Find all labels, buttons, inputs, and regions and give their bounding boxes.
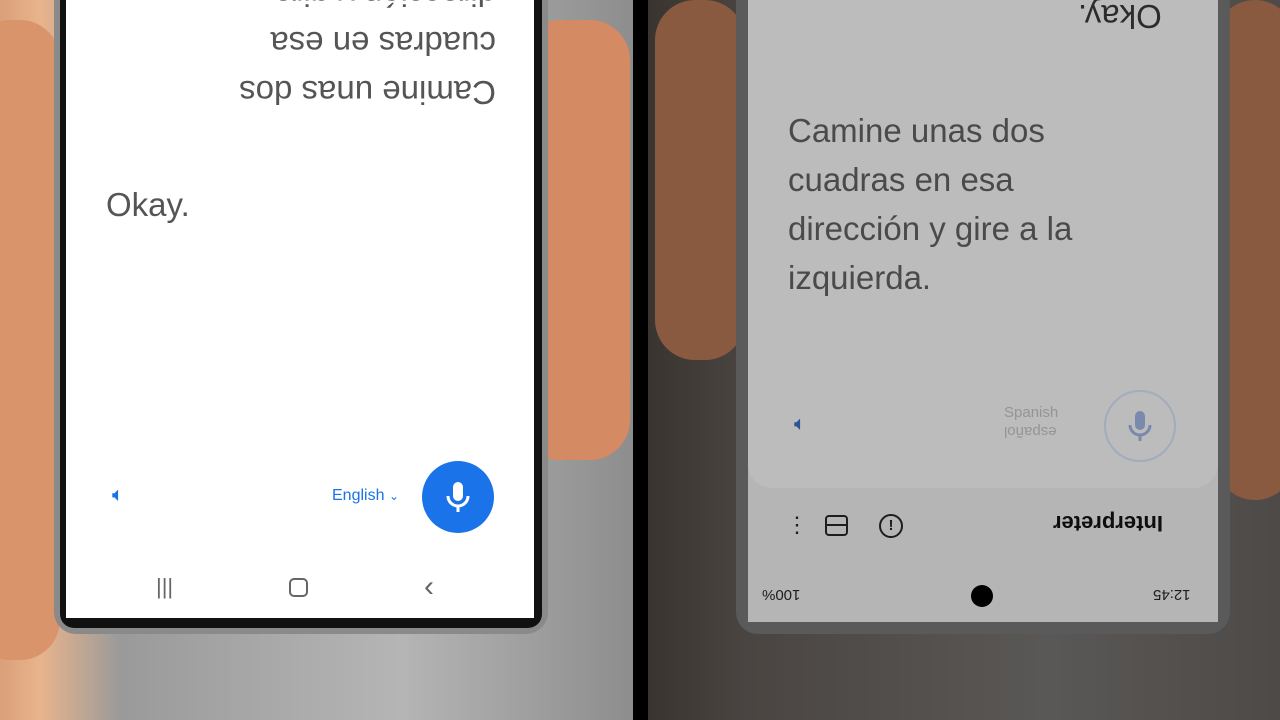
- incoming-translation: Camine unas dos cuadras en esa dirección…: [239, 0, 496, 111]
- back-button[interactable]: ‹: [424, 570, 434, 604]
- recents-button[interactable]: |||: [156, 574, 173, 600]
- language-selector[interactable]: English ⌄: [332, 487, 399, 505]
- mic-icon: [446, 482, 470, 512]
- divider: [633, 0, 648, 720]
- right-hand-fingers: [655, 0, 745, 360]
- language-label: English: [332, 487, 385, 504]
- mic-button[interactable]: [422, 461, 494, 533]
- left-phone-screen: Camine unas dos cuadras en esa dirección…: [66, 0, 534, 618]
- speaker-button[interactable]: 🔈︎: [112, 484, 124, 507]
- right-phone-screen: Okay. Camine unas dos cuadras en esa dir…: [748, 0, 1218, 622]
- left-hand: [0, 20, 60, 660]
- own-speech-text: Okay.: [106, 186, 190, 223]
- chevron-down-icon: ⌄: [388, 489, 399, 503]
- home-button[interactable]: [289, 578, 308, 597]
